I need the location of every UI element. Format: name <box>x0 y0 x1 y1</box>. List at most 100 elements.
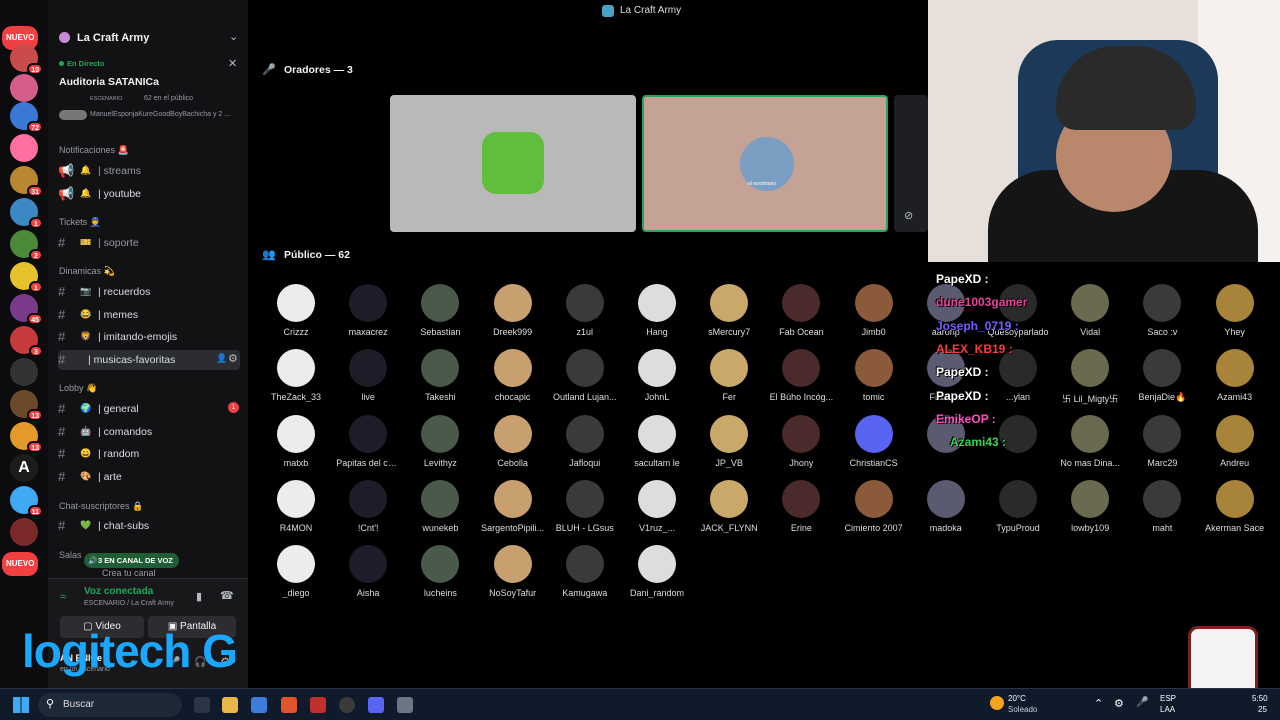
category-notificaciones[interactable]: Notificaciones 🚨 <box>59 145 129 156</box>
chevron-down-icon[interactable]: ⌄ <box>229 30 238 43</box>
audience-member[interactable]: Jafloqui <box>553 414 617 468</box>
audience-member[interactable]: wunekeb <box>408 479 472 533</box>
server-icon[interactable]: 13 <box>10 390 43 421</box>
guild-header[interactable]: La Craft Army ⌄ <box>48 24 248 50</box>
mic-tray-icon[interactable]: 🎤 <box>1136 697 1148 708</box>
audience-member[interactable]: Jimb0 <box>842 284 906 337</box>
channel-comandos[interactable]: # 🤖 | comandos <box>58 422 240 442</box>
audience-member[interactable]: El Búho Incóg... <box>769 349 833 402</box>
audience-member[interactable]: Andreu <box>1203 414 1267 468</box>
audience-member[interactable]: Aisha <box>336 545 400 598</box>
server-icon[interactable] <box>10 518 38 546</box>
channel-chat-subs[interactable]: # 💚 | chat-subs <box>58 516 240 536</box>
gear-icon[interactable]: ⚙ <box>228 352 238 365</box>
audience-member[interactable]: Cimiento 2007 <box>842 479 906 533</box>
server-icon[interactable]: 31 <box>10 166 43 197</box>
audience-member[interactable]: Jhony <box>769 414 833 468</box>
category-tickets[interactable]: Tickets 👮 <box>59 217 101 228</box>
audience-member[interactable]: Azami43 <box>1203 349 1267 402</box>
audience-member[interactable]: Cebolla <box>481 414 545 468</box>
server-icon[interactable] <box>10 134 38 162</box>
audience-member[interactable]: ...ylan <box>986 349 1050 402</box>
channel-general[interactable]: # 🌍 | general 1 <box>58 399 240 419</box>
server-icon[interactable]: A <box>10 454 38 482</box>
channel-random[interactable]: # 😄 | random <box>58 444 240 464</box>
speaker-tile-active[interactable]: el exxxtranio <box>642 95 888 232</box>
audience-member[interactable]: Fer <box>697 349 761 402</box>
audience-member[interactable]: sacultam le <box>625 414 689 468</box>
audience-member[interactable]: Yhey <box>1203 284 1267 337</box>
settings-icon[interactable] <box>397 697 413 713</box>
audience-member[interactable]: Vidal <box>1058 284 1122 337</box>
search-box[interactable]: ⚲ Buscar <box>38 693 182 717</box>
clock-time[interactable]: 5:50 <box>1252 694 1268 703</box>
audience-member[interactable]: _diego <box>264 545 328 598</box>
audience-member[interactable]: Outland Lujan... <box>553 349 617 402</box>
channel-recuerdos[interactable]: # 📷 | recuerdos <box>58 282 240 302</box>
audience-member[interactable]: Levithyz <box>408 414 472 468</box>
add-member-icon[interactable]: 👤 <box>216 353 227 364</box>
audience-member[interactable]: Fab Ocean <box>769 284 833 337</box>
audience-member[interactable]: BLUH - LGsus <box>553 479 617 533</box>
audience-member[interactable]: chocapic <box>481 349 545 402</box>
audience-member[interactable]: Takeshi <box>408 349 472 402</box>
audience-member[interactable]: lucheins <box>408 545 472 598</box>
file-explorer-icon[interactable] <box>222 697 238 713</box>
obs-icon[interactable] <box>339 697 355 713</box>
audience-member[interactable]: Hang <box>625 284 689 337</box>
category-dinamicas[interactable]: Dinamicas 💫 <box>59 266 115 277</box>
server-icon[interactable]: 1 <box>10 262 43 293</box>
channel-musicas-favoritas[interactable]: # | musicas-favoritas 👤 ⚙ <box>58 350 240 370</box>
audience-member[interactable]: Kamugawa <box>553 545 617 598</box>
server-icon[interactable]: 11 <box>10 486 43 517</box>
audience-member[interactable]: 卐 Lil_Migty卐 <box>1058 349 1122 405</box>
speaker-tile[interactable] <box>390 95 636 232</box>
brave-icon[interactable] <box>281 697 297 713</box>
audience-member[interactable]: Marc29 <box>1130 414 1194 468</box>
server-icon[interactable]: 10 <box>10 44 43 75</box>
server-icon[interactable] <box>10 358 38 386</box>
store-icon[interactable] <box>251 697 267 713</box>
server-icon[interactable]: 3 <box>10 326 43 357</box>
audience-member[interactable]: Erine <box>769 479 833 533</box>
channel-imitando-emojis[interactable]: # 🦁 | imitando-emojis <box>58 327 240 347</box>
audience-member[interactable]: madoka <box>914 479 978 533</box>
audience-member[interactable]: SargentoPipili... <box>481 479 545 533</box>
channel-streams[interactable]: 📢 🔔 | streams <box>58 161 240 181</box>
audience-member[interactable]: V1ruz_... <box>625 479 689 533</box>
audience-member[interactable]: ChristianCS <box>842 414 906 468</box>
server-icon[interactable]: 72 <box>10 102 43 133</box>
audience-member[interactable]: TheZack_33 <box>264 349 328 402</box>
speaker-tile[interactable]: ⊘ <box>894 95 928 232</box>
audience-member[interactable]: NoSoyTafur <box>481 545 545 598</box>
create-channel[interactable]: Crea tu canal <box>102 568 156 578</box>
channel-memes[interactable]: # 😂 | memes <box>58 305 240 325</box>
server-icon[interactable]: 1 <box>10 198 43 229</box>
audience-member[interactable]: JACK_FLYNN <box>697 479 761 533</box>
server-icon[interactable] <box>10 74 38 102</box>
audience-member[interactable]: sMercury7 <box>697 284 761 337</box>
tray-expand-icon[interactable]: ⌃ <box>1094 697 1103 710</box>
audience-member[interactable]: z1ul <box>553 284 617 337</box>
channel-soporte[interactable]: # 🎫 | soporte <box>58 233 240 253</box>
audience-member[interactable]: tomic <box>842 349 906 402</box>
windows-start-icon[interactable] <box>13 697 29 713</box>
audience-member[interactable]: maht <box>1130 479 1194 533</box>
audience-member[interactable]: !Cnt'! <box>336 479 400 533</box>
audience-member[interactable]: lowby109 <box>1058 479 1122 533</box>
task-view-icon[interactable] <box>194 697 210 713</box>
server-icon[interactable]: 45 <box>10 294 43 325</box>
audience-member[interactable]: Dreek999 <box>481 284 545 337</box>
live-stage-card[interactable]: En Directo ✕ Auditoria SATANICa ESCENARI… <box>48 56 248 124</box>
server-icon[interactable]: 13 <box>10 422 43 453</box>
audience-member[interactable]: No mas Dina... <box>1058 414 1122 468</box>
close-icon[interactable]: ✕ <box>228 57 237 70</box>
app-icon[interactable] <box>310 697 326 713</box>
channel-youtube[interactable]: 📢 🔔 | youtube <box>58 184 240 204</box>
audience-member[interactable]: Crizzz <box>264 284 328 337</box>
noise-suppression-icon[interactable]: ▮ <box>196 590 202 603</box>
audience-member[interactable]: matxb <box>264 414 328 468</box>
audience-member[interactable]: TypuProud <box>986 479 1050 533</box>
category-chat-suscriptores[interactable]: Chat-suscriptores 🔒 <box>59 501 143 512</box>
audience-member[interactable]: Dani_random <box>625 545 689 598</box>
